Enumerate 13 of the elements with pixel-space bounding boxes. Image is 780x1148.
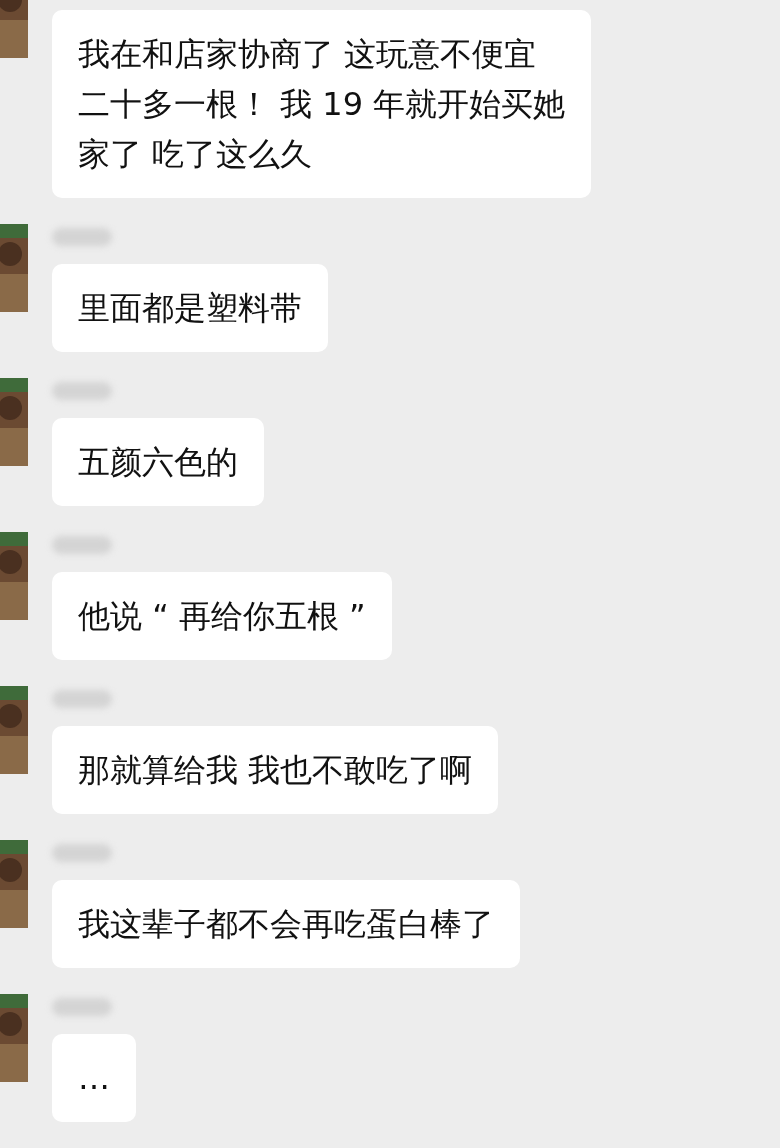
blurred-name: [52, 382, 112, 400]
message-bubble: 五颜六色的: [52, 418, 264, 506]
blurred-name: [52, 228, 112, 246]
message-bubble: 那就算给我 我也不敢吃了啊: [52, 726, 499, 814]
message-bubble: 我在和店家协商了 这玩意不便宜 二十多一根！ 我 19 年就开始买她 家了 吃了这么久: [52, 10, 592, 198]
message-bubble: 里面都是塑料带: [52, 264, 328, 352]
blurred-name: [52, 536, 112, 554]
message-bubble: …: [52, 1034, 136, 1122]
blurred-name: [52, 844, 112, 862]
message-bubble: 我这辈子都不会再吃蛋白棒了: [52, 880, 520, 968]
blurred-name: [52, 690, 112, 708]
message-bubble: 他说 “ 再给你五根 ”: [52, 572, 392, 660]
blurred-name: [52, 998, 112, 1016]
